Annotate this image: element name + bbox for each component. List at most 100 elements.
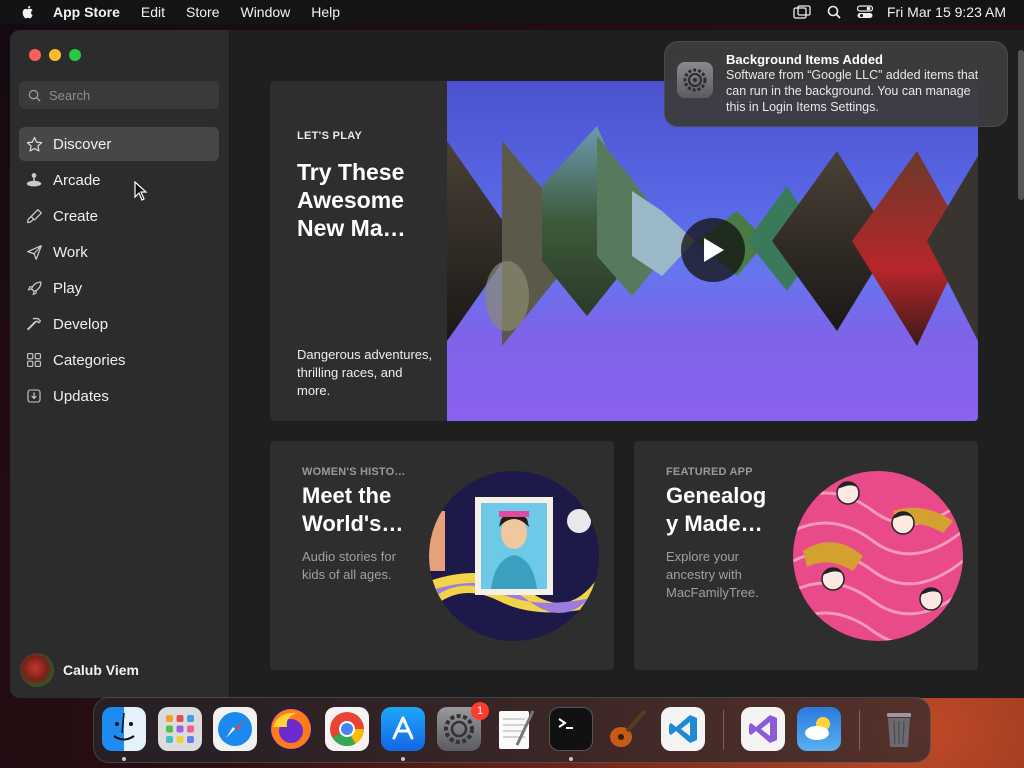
paintbrush-icon [25,207,43,225]
sidebar-item-label: Arcade [53,171,101,189]
star-icon [25,135,43,153]
dock-chrome[interactable] [325,707,369,751]
screen-mirroring-icon[interactable] [793,5,811,19]
card-eyebrow: FEATURED APP [666,466,753,478]
sidebar-item-categories[interactable]: Categories [19,343,219,377]
card-title: Genealog y Made… [666,483,767,536]
dock-separator [723,710,724,750]
play-icon [704,238,724,262]
story-card-womens-history[interactable]: WOMEN'S HISTO… Meet the World's… Audio s… [270,441,614,670]
search-field[interactable] [19,81,219,109]
sidebar-item-work[interactable]: Work [19,235,219,269]
chrome-icon [330,712,364,746]
launchpad-grid-icon [166,715,194,743]
sidebar-item-label: Categories [53,351,126,369]
dock-weather[interactable] [797,707,841,751]
card-description: Audio stories for kids of all ages. [302,549,396,582]
visual-studio-icon [749,715,777,743]
settings-gear-icon [444,714,474,744]
story-card-featured-app[interactable]: FEATURED APP Genealog y Made… Explore yo… [634,441,978,670]
running-indicator [401,757,405,761]
minimize-window-button[interactable] [49,49,61,61]
notification-badge: 1 [471,702,489,720]
avatar[interactable] [20,653,54,687]
zoom-window-button[interactable] [69,49,81,61]
sidebar-item-label: Develop [53,315,109,333]
dock: 1 [93,697,931,763]
menu-edit[interactable]: Edit [141,4,165,20]
textedit-icon [499,710,535,749]
trash-icon [887,713,911,747]
card-title: Meet the World's… [302,483,404,536]
hero-artwork [447,81,978,421]
search-input[interactable] [49,87,199,103]
play-video-button[interactable] [681,218,745,282]
hero-description: Dangerous adventures, thrilling races, a… [297,347,433,398]
dock-garageband[interactable] [605,707,649,751]
notification-body: Software from “Google LLC” added items t… [726,68,979,114]
menu-bar: App Store Edit Store Window Help Fri Mar… [0,0,1024,24]
sidebar-item-label: Play [53,279,83,297]
grid-icon [25,351,43,369]
dock-safari[interactable] [213,707,257,751]
spotlight-search-icon[interactable] [827,5,841,19]
terminal-prompt-icon [558,718,573,729]
running-indicator [122,757,126,761]
search-icon [28,89,41,102]
dock-firefox[interactable] [269,707,313,751]
family-tree-artwork-image [793,471,963,641]
sidebar-item-arcade[interactable]: Arcade [19,163,219,197]
sidebar-item-develop[interactable]: Develop [19,307,219,341]
featured-hero-card[interactable]: LET'S PLAY Try These Awesome New Ma… Dan… [270,81,978,421]
sidebar-item-label: Create [53,207,99,225]
sidebar-item-create[interactable]: Create [19,199,219,233]
menu-window[interactable]: Window [240,4,290,20]
menu-app-name[interactable]: App Store [53,4,120,20]
dock-finder[interactable] [102,707,146,751]
main-content: LET'S PLAY Try These Awesome New Ma… Dan… [231,30,1024,698]
sidebar-item-label: Updates [53,387,109,405]
system-settings-gear-icon [677,62,713,98]
dock-terminal[interactable] [549,707,593,751]
menu-store[interactable]: Store [186,4,219,20]
close-window-button[interactable] [29,49,41,61]
paperplane-icon [25,243,43,261]
menu-help[interactable]: Help [311,4,340,20]
dock-vscode[interactable] [661,707,705,751]
sidebar: Discover Arcade Create Work [10,30,230,698]
content-scrollbar[interactable] [1018,50,1024,200]
dock-textedit[interactable] [493,707,537,751]
portrait-artwork-image [429,471,599,641]
dock-separator [859,710,860,750]
mouse-cursor-icon [134,181,148,201]
card-eyebrow: WOMEN'S HISTO… [302,466,406,478]
rocket-icon [25,279,43,297]
control-center-icon[interactable] [856,5,873,19]
background-items-notification[interactable]: Background Items Added Software from “Go… [664,41,1008,127]
app-store-window: Discover Arcade Create Work [10,30,1024,698]
sidebar-item-updates[interactable]: Updates [19,379,219,413]
menu-clock[interactable]: Fri Mar 15 9:23 AM [887,4,1006,20]
user-account[interactable]: Calub Viem [20,653,139,687]
firefox-icon [271,709,311,749]
running-indicator [569,757,573,761]
sidebar-item-play[interactable]: Play [19,271,219,305]
guitar-icon [610,709,647,747]
hammer-icon [25,315,43,333]
window-controls [29,49,89,61]
dock-visual-studio[interactable] [741,707,785,751]
sidebar-item-discover[interactable]: Discover [19,127,219,161]
sidebar-item-label: Discover [53,135,112,153]
notification-title: Background Items Added [726,52,883,67]
hero-eyebrow: LET'S PLAY [297,130,363,142]
dock-app-store[interactable] [381,707,425,751]
dock-trash[interactable] [877,707,921,751]
apple-logo-icon[interactable] [20,4,36,20]
user-name: Calub Viem [63,662,139,678]
weather-cloud-icon [805,717,830,740]
download-icon [25,387,43,405]
sidebar-nav: Discover Arcade Create Work Play Develop… [19,127,219,415]
card-description: Explore your ancestry with MacFamilyTree… [666,549,759,600]
dock-launchpad[interactable] [158,707,202,751]
app-store-a-icon [392,716,414,740]
